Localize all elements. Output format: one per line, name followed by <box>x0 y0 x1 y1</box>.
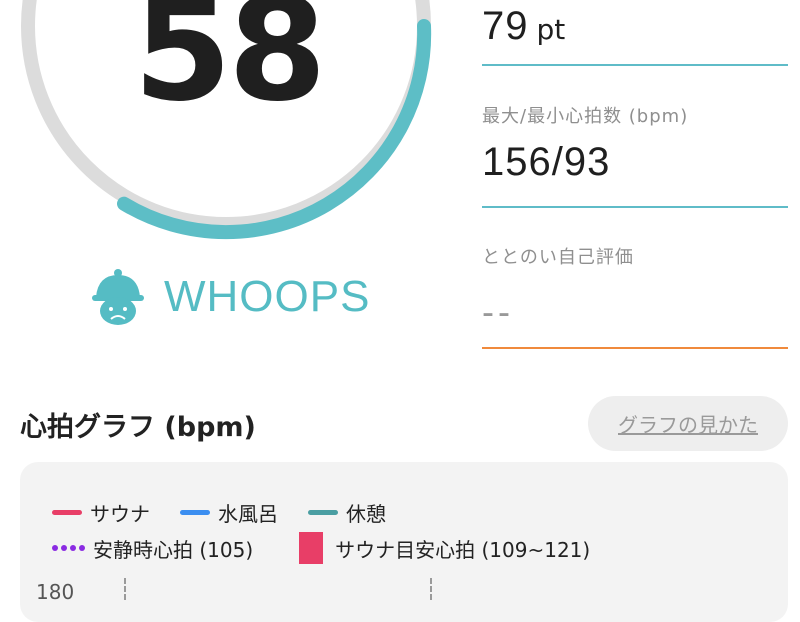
divider <box>482 64 788 66</box>
legend-label: 水風呂 <box>218 502 278 526</box>
points-value: 79 <box>482 4 529 48</box>
self-rating-value[interactable]: -- <box>482 291 788 333</box>
legend-item-rest: 休憩 <box>308 498 386 527</box>
graph-gridline <box>124 578 126 600</box>
legend-label: 休憩 <box>346 502 386 526</box>
legend-item-cold-bath: 水風呂 <box>180 498 278 527</box>
sad-sauna-hat-icon <box>92 269 144 325</box>
cold-bath-swatch <box>180 510 210 515</box>
sauna-swatch <box>52 510 82 515</box>
score-value: 58 <box>133 0 327 133</box>
heart-rate-label: 最大/最小心拍数 (bpm) <box>482 106 689 127</box>
target-hr-marker <box>299 532 324 564</box>
points-stat: 79 pt <box>482 4 788 66</box>
status-label: WHOOPS <box>164 272 371 321</box>
resting-hr-dots <box>52 545 85 551</box>
target-hr-label: サウナ目安心拍 (109~121) <box>335 537 591 562</box>
divider <box>482 206 788 208</box>
legend-item-sauna: サウナ <box>52 498 150 527</box>
points-unit: pt <box>536 13 566 46</box>
heart-rate-stat: 最大/最小心拍数 (bpm) 156/93 <box>482 102 788 208</box>
self-rating-stat[interactable]: ととのい自己評価 -- <box>482 243 788 349</box>
status-indicator: WHOOPS <box>90 264 370 330</box>
graph-howto-button[interactable]: グラフの見かた <box>588 396 788 451</box>
self-rating-label: ととのい自己評価 <box>482 247 634 268</box>
y-axis-tick: 180 <box>36 580 75 604</box>
resting-hr-label: 安静時心拍 (105) <box>93 537 254 562</box>
legend-label: サウナ <box>90 502 150 526</box>
graph-gridline <box>430 578 432 600</box>
legend-row-1: サウナ 水風呂 休憩 <box>52 498 386 527</box>
graph-howto-label: グラフの見かた <box>618 413 758 437</box>
self-rating-underline <box>482 347 788 349</box>
rest-swatch <box>308 510 338 515</box>
legend-row-2: 安静時心拍 (105) サウナ目安心拍 (109~121) <box>52 532 590 564</box>
score-gauge: 58 <box>0 0 460 260</box>
graph-title: 心拍グラフ (bpm) <box>20 412 256 443</box>
heart-rate-value: 156/93 <box>482 140 611 184</box>
